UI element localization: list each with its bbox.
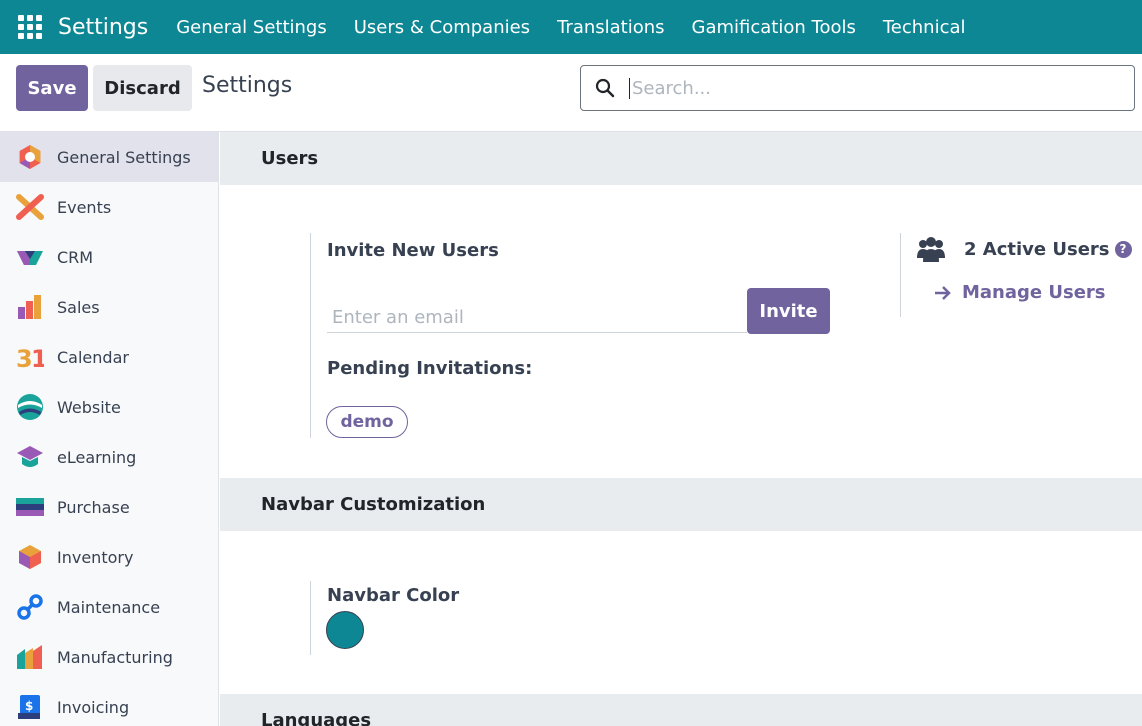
invite-button[interactable]: Invite [747,288,830,334]
navbar-color-title: Navbar Color [327,585,460,606]
active-users-count: 2 Active Users [964,238,1110,260]
sidebar-item-website[interactable]: Website [0,382,218,432]
sales-icon [18,295,41,319]
help-icon[interactable]: ? [1114,240,1132,258]
pending-invitations-title: Pending Invitations: [327,358,533,379]
languages-heading: Languages [220,694,1142,726]
nav-technical[interactable]: Technical [883,17,966,38]
arrow-right-icon [935,285,951,300]
sidebar-item-invoicing[interactable]: $ Invoicing [0,682,218,726]
sidebar-item-label: General Settings [57,147,191,167]
purchase-icon [16,498,44,516]
general-settings-icon [19,145,41,169]
navbar-customization-heading: Navbar Customization [220,478,1142,531]
search-box[interactable] [580,65,1135,111]
search-input[interactable] [629,77,1109,99]
nav-general-settings[interactable]: General Settings [176,17,327,38]
sidebar-item-calendar[interactable]: 3 1 Calendar [0,332,218,382]
pending-invitation-pill[interactable]: demo [326,406,408,438]
divider [900,233,901,317]
sidebar-item-purchase[interactable]: Purchase [0,482,218,532]
nav-gamification-tools[interactable]: Gamification Tools [692,17,856,38]
app-brand[interactable]: Settings [58,15,148,40]
manage-users-link[interactable]: Manage Users [934,282,1106,303]
sidebar-item-label: Inventory [57,547,134,567]
apps-menu-icon[interactable] [18,15,42,39]
nav-users-companies[interactable]: Users & Companies [354,17,530,38]
settings-sidebar: General Settings Events CRM Sales 3 1 Ca… [0,132,219,726]
sidebar-item-label: Calendar [57,347,129,367]
page-title: Settings [202,73,293,98]
events-icon [16,194,44,220]
sidebar-item-label: Manufacturing [57,647,173,667]
manage-users-label: Manage Users [962,282,1106,303]
save-button[interactable]: Save [16,65,88,111]
invite-email-field[interactable]: Enter an email [327,303,747,333]
invoicing-icon: $ [18,695,40,719]
divider [310,581,311,655]
inventory-icon [19,545,41,569]
sidebar-item-label: Events [57,197,112,217]
svg-text:1: 1 [31,345,44,371]
calendar-icon: 3 1 [16,345,44,371]
sidebar-item-elearning[interactable]: eLearning [0,432,218,482]
discard-button[interactable]: Discard [93,65,192,111]
elearning-icon [17,446,43,467]
svg-text:$: $ [25,699,33,713]
sidebar-item-sales[interactable]: Sales [0,282,218,332]
sidebar-item-manufacturing[interactable]: Manufacturing [0,632,218,682]
users-section: Invite New Users Enter an email Invite P… [220,185,1142,478]
divider [310,233,311,438]
invite-new-users-title: Invite New Users [327,240,499,261]
manufacturing-icon [17,645,42,669]
settings-main: Users Invite New Users Enter an email In… [220,132,1142,726]
sidebar-item-label: CRM [57,247,94,267]
sidebar-item-label: Website [57,397,121,417]
sidebar-item-label: Maintenance [57,597,161,617]
sidebar-item-events[interactable]: Events [0,182,218,232]
maintenance-icon [17,594,43,620]
search-icon [595,78,615,98]
sidebar-item-label: Invoicing [57,697,130,717]
navbar-customization-section: Navbar Color [220,531,1142,694]
active-users: 2 Active Users ? [916,234,1132,264]
nav-translations[interactable]: Translations [557,17,664,38]
sidebar-item-label: Purchase [57,497,130,517]
website-icon [17,394,43,420]
sidebar-item-maintenance[interactable]: Maintenance [0,582,218,632]
navbar-color-swatch[interactable] [326,611,364,649]
crm-icon [17,251,43,265]
sidebar-item-crm[interactable]: CRM [0,232,218,282]
top-navbar: Settings General Settings Users & Compan… [0,0,1142,54]
sidebar-item-general-settings[interactable]: General Settings [0,132,218,182]
sidebar-item-label: eLearning [57,447,137,467]
users-icon [917,237,945,262]
users-section-heading: Users [220,132,1142,185]
sidebar-item-inventory[interactable]: Inventory [0,532,218,582]
control-panel: Save Discard Settings [0,54,1142,132]
email-placeholder: Enter an email [332,307,464,328]
sidebar-item-label: Sales [57,297,100,317]
